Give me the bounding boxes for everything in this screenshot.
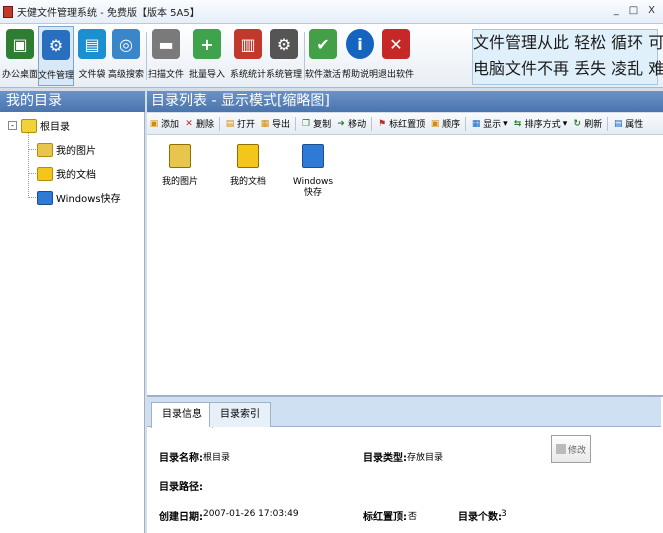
info-tabs: 目录信息 目录索引 — [147, 397, 661, 428]
pin-red-button[interactable]: ⚑ 标红置顶 — [377, 117, 425, 131]
tree-item-windows-quicksave[interactable]: Windows快存 — [37, 190, 121, 205]
thumbnail-my-documents[interactable]: 我的文档 — [218, 144, 278, 188]
sort-icon: ⇆ — [513, 118, 522, 129]
directory-info-panel: 目录信息 目录索引 目录名称: 根目录 目录类型: 存放目录 修改 目录路径: … — [147, 395, 663, 533]
refresh-button[interactable]: ↻ 刷新 — [572, 117, 602, 131]
tree-item-my-documents[interactable]: 我的文档 — [37, 166, 96, 181]
refresh-icon: ↻ — [573, 118, 581, 129]
folder-icon — [237, 144, 259, 168]
tree-item-my-pictures[interactable]: 我的图片 — [37, 142, 96, 157]
add-folder-icon: ▣ — [149, 118, 159, 129]
thumbnail-my-pictures[interactable]: 我的图片 — [150, 144, 210, 188]
exit-icon: ✕ — [382, 29, 410, 59]
picture-folder-icon — [37, 142, 53, 157]
title-bar: 天健文件管理系统 - 免费版【版本 5A5】 _ □ X — [0, 0, 663, 24]
help-button[interactable]: i 帮助说明 — [342, 26, 378, 86]
display-icon: ▦ — [471, 118, 481, 129]
list-toolbar: ▣ 添加 ✕ 删除 ▤ 打开 ▦ 导出 ❐ 复制 ➜ 移动 ⚑ 标红置顶 ▣ 顺序 ▦ 显示 ▾ ⇆… — [147, 113, 663, 135]
window-title: 天健文件管理系统 - 免费版【版本 5A5】 — [17, 8, 200, 19]
modify-button[interactable]: 修改 — [551, 435, 591, 463]
copy-button[interactable]: ❐ 复制 — [301, 117, 331, 131]
name-value: 根目录 — [203, 453, 231, 463]
slogan-line-1: 文件管理从此 轻松 循环 可靠 — [473, 33, 663, 52]
slogan-line-2: 电脑文件不再 丢失 凌乱 难找 — [473, 59, 663, 78]
windows-folder-icon — [37, 190, 53, 205]
file-manage-button[interactable]: ⚙ 文件管理 — [38, 26, 74, 86]
edit-icon — [555, 444, 566, 454]
help-icon: i — [346, 29, 374, 59]
close-button[interactable]: X — [648, 5, 655, 16]
copy-icon: ❐ — [302, 118, 311, 129]
path-label: 目录路径: — [159, 482, 203, 493]
gear-icon: ⚙ — [270, 29, 298, 59]
directory-tree: - 根目录 我的图片 我的文档 Windows快存 — [0, 112, 145, 533]
main-toolbar: ▣ 办公桌面 ⚙ 文件管理 ▤ 文件袋 ◎ 高级搜索 ▬ 扫描文件 + 批量导入… — [0, 24, 663, 88]
display-menu[interactable]: ▦ 显示 ▾ — [471, 117, 508, 131]
slogan-banner: 文件管理从此 轻松 循环 可靠 电脑文件不再 丢失 凌乱 难找 — [472, 29, 663, 85]
folder-icon — [37, 166, 53, 181]
add-button[interactable]: ▣ 添加 — [149, 117, 179, 131]
move-button[interactable]: ➜ 移动 — [336, 117, 366, 131]
left-pane-header: 我的目录 — [0, 91, 145, 112]
name-label: 目录名称: — [159, 453, 203, 464]
order-icon: ▣ — [430, 118, 440, 129]
count-value: 3 — [501, 509, 507, 519]
count-label: 目录个数: — [458, 512, 502, 523]
open-icon: ▤ — [225, 118, 235, 129]
created-value: 2007-01-26 17:03:49 — [203, 509, 299, 519]
activate-icon: ✔ — [309, 29, 337, 59]
properties-icon: ▤ — [613, 118, 623, 129]
search-globe-icon: ◎ — [112, 29, 140, 59]
picture-folder-icon — [169, 144, 191, 168]
desk-button[interactable]: ▣ 办公桌面 — [2, 26, 38, 86]
advanced-search-button[interactable]: ◎ 高级搜索 — [108, 26, 144, 86]
right-pane-header: 目录列表 - 显示模式[缩略图] — [147, 91, 663, 112]
collapse-icon[interactable]: - — [8, 121, 17, 130]
flag-icon: ⚑ — [378, 118, 387, 129]
move-icon: ➜ — [337, 118, 345, 129]
system-manage-button[interactable]: ⚙ 系统管理 — [266, 26, 302, 86]
delete-icon: ✕ — [185, 118, 193, 129]
exit-button[interactable]: ✕ 退出软件 — [378, 26, 414, 86]
export-button[interactable]: ▦ 导出 — [260, 117, 290, 131]
scan-button[interactable]: ▬ 扫描文件 — [148, 26, 184, 86]
export-icon: ▦ — [260, 118, 270, 129]
type-value: 存放目录 — [407, 453, 444, 463]
thumbnail-windows-quicksave[interactable]: Windows快存 — [283, 144, 343, 199]
batch-import-button[interactable]: + 批量导入 — [189, 26, 225, 86]
tab-directory-index[interactable]: 目录索引 — [209, 402, 271, 427]
statistics-button[interactable]: ▥ 系统统计 — [230, 26, 266, 86]
pin-value: 否 — [408, 512, 418, 522]
open-button[interactable]: ▤ 打开 — [225, 117, 255, 131]
windows-folder-icon — [302, 144, 324, 168]
sort-menu[interactable]: ⇆ 排序方式 ▾ — [513, 117, 568, 131]
pin-label: 标红置顶: — [363, 512, 407, 523]
minimize-button[interactable]: _ — [614, 5, 619, 16]
file-manage-icon: ⚙ — [42, 30, 70, 60]
chart-icon: ▥ — [234, 29, 262, 59]
dropdown-arrow-icon: ▾ — [562, 118, 568, 129]
dropdown-arrow-icon: ▾ — [503, 118, 508, 129]
tree-root[interactable]: - 根目录 — [8, 118, 70, 133]
desk-icon: ▣ — [6, 29, 34, 59]
properties-button[interactable]: ▤ 属性 — [613, 117, 643, 131]
scanner-icon: ▬ — [152, 29, 180, 59]
delete-button[interactable]: ✕ 删除 — [184, 117, 214, 131]
tab-directory-info[interactable]: 目录信息 — [151, 402, 213, 428]
maximize-button[interactable]: □ — [629, 5, 638, 16]
file-bag-button[interactable]: ▤ 文件袋 — [74, 26, 110, 86]
import-icon: + — [193, 29, 221, 59]
order-button[interactable]: ▣ 顺序 — [430, 117, 460, 131]
app-icon — [3, 5, 13, 18]
folder-icon — [21, 118, 37, 133]
type-label: 目录类型: — [363, 453, 407, 464]
thumbnail-view: 我的图片 我的文档 Windows快存 — [147, 135, 663, 395]
created-label: 创建日期: — [159, 512, 203, 523]
activate-button[interactable]: ✔ 软件激活 — [305, 26, 341, 86]
file-bag-icon: ▤ — [78, 29, 106, 59]
